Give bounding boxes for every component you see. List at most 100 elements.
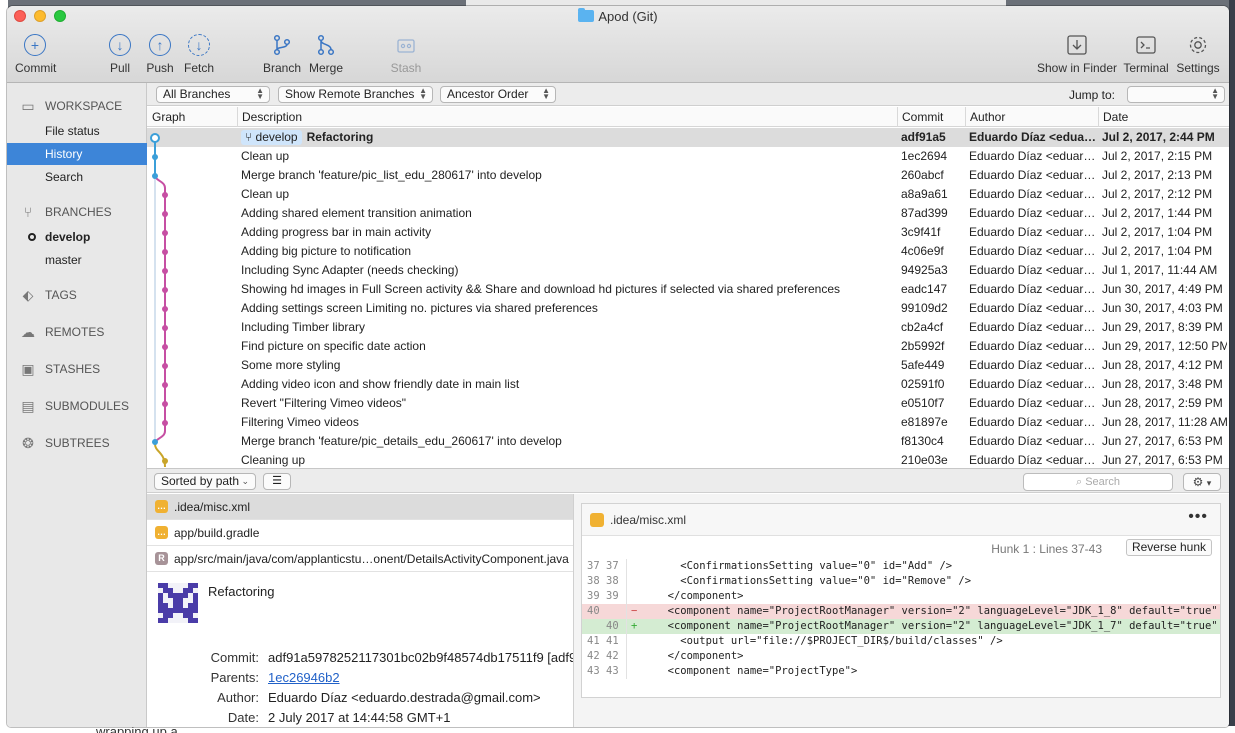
- diff-line-added[interactable]: 40 + <component name="ProjectRootManager"…: [582, 619, 1220, 634]
- merge-button[interactable]: Merge: [307, 34, 345, 75]
- column-header-description[interactable]: Description: [242, 110, 302, 124]
- sidebar-section-stashes[interactable]: ▣ STASHES: [17, 361, 100, 377]
- graph-node[interactable]: [162, 363, 168, 369]
- sort-dropdown[interactable]: Sorted by path ⌄: [154, 473, 256, 490]
- commit-row[interactable]: Adding video icon and show friendly date…: [147, 375, 1229, 394]
- commit-author: Eduardo Díaz <eduardo.destrada@gmail.com…: [969, 168, 1097, 182]
- sidebar-section-submodules[interactable]: ▤ SUBMODULES: [17, 398, 129, 414]
- commit-row[interactable]: Clean up a8a9a61 Eduardo Díaz <eduardo.des…: [147, 185, 1229, 204]
- commit-row[interactable]: Adding progress bar in main activity 3c9f…: [147, 223, 1229, 242]
- sidebar-section-branches[interactable]: ⑂ BRANCHES: [17, 204, 112, 220]
- commit-author: Eduardo Díaz <eduardo.destrada@gmail.com…: [969, 320, 1097, 334]
- old-line-number: 41: [587, 635, 600, 647]
- graph-node[interactable]: [162, 249, 168, 255]
- commit-button[interactable]: + Commit: [15, 34, 56, 75]
- diff-code: <ConfirmationsSetting value="0" id="Add"…: [655, 560, 953, 572]
- column-divider[interactable]: [897, 107, 898, 127]
- commit-date: Jul 2, 2017, 1:04 PM: [1102, 244, 1213, 258]
- graph-node[interactable]: [152, 173, 158, 179]
- file-row[interactable]: … .idea/misc.xml: [147, 494, 573, 520]
- parents-label: Parents:: [210, 670, 259, 685]
- graph-node[interactable]: [152, 154, 158, 160]
- commit-row[interactable]: Cleaning up 210e03e Eduardo Díaz <eduardo.…: [147, 451, 1229, 467]
- sidebar-section-tags[interactable]: ⬖ TAGS: [17, 287, 77, 303]
- branch-filter-dropdown[interactable]: All Branches ▲ ▼: [156, 86, 270, 103]
- file-row[interactable]: Rapp/src/main/java/com/applanticstu…onen…: [147, 546, 573, 572]
- graph-node[interactable]: [162, 287, 168, 293]
- sidebar-item-branch-develop[interactable]: develop: [7, 226, 147, 248]
- terminal-button[interactable]: Terminal: [1121, 34, 1171, 75]
- column-header-commit[interactable]: Commit: [902, 110, 943, 124]
- column-header-date[interactable]: Date: [1103, 110, 1128, 124]
- more-options-icon[interactable]: •••: [1188, 508, 1208, 526]
- settings-button[interactable]: Settings: [1173, 34, 1223, 75]
- graph-node[interactable]: [162, 306, 168, 312]
- graph-node[interactable]: [162, 230, 168, 236]
- pull-button[interactable]: ↓ Pull: [103, 34, 137, 75]
- diff-line-removed[interactable]: 40 − <component name="ProjectRootManager"…: [582, 604, 1220, 619]
- fetch-button[interactable]: ↓ Fetch: [181, 34, 217, 75]
- file-search-input[interactable]: ⌕ Search: [1023, 473, 1173, 491]
- search-placeholder: Search: [1085, 476, 1121, 488]
- commit-row[interactable]: Some more styling 5afe449 Eduardo Díaz <ed…: [147, 356, 1229, 375]
- commit-row[interactable]: Adding shared element transition animati…: [147, 204, 1229, 223]
- column-header-author[interactable]: Author: [970, 110, 1005, 124]
- sidebar-section-subtrees[interactable]: ❂ SUBTREES: [17, 435, 110, 451]
- branch-tag[interactable]: ⑂ develop: [241, 130, 302, 145]
- column-divider[interactable]: [237, 107, 238, 127]
- parent-commit-link[interactable]: 1ec26946b2: [268, 670, 340, 685]
- diff-code: <ConfirmationsSetting value="0" id="Remo…: [655, 575, 972, 587]
- jump-to-dropdown[interactable]: ▲ ▼: [1127, 86, 1225, 103]
- stash-icon: [397, 39, 415, 53]
- commit-row[interactable]: Clean up 1ec2694 Eduardo Díaz <eduardo.des…: [147, 147, 1229, 166]
- branch-button[interactable]: Branch: [261, 34, 303, 75]
- graph-node[interactable]: [162, 211, 168, 217]
- order-dropdown[interactable]: Ancestor Order ▲ ▼: [440, 86, 556, 103]
- push-button[interactable]: ↑ Push: [143, 34, 177, 75]
- sidebar-section-remotes[interactable]: ☁ REMOTES: [17, 324, 104, 340]
- show-in-finder-button[interactable]: Show in Finder: [1035, 34, 1119, 75]
- graph-node[interactable]: [162, 401, 168, 407]
- sidebar-item-history[interactable]: History: [7, 143, 147, 165]
- file-options-button[interactable]: ⚙ ▾: [1183, 473, 1221, 491]
- commit-row[interactable]: Merge branch 'feature/pic_list_edu_28061…: [147, 166, 1229, 185]
- list-view-button[interactable]: ☰: [263, 473, 291, 490]
- renamed-file-icon: R: [155, 552, 168, 565]
- commit-row[interactable]: Merge branch 'feature/pic_details_edu_26…: [147, 432, 1229, 451]
- remote-filter-dropdown[interactable]: Show Remote Branches ▲ ▼: [278, 86, 433, 103]
- commit-row[interactable]: Revert "Filtering Vimeo videos" e0510f7 Ed…: [147, 394, 1229, 413]
- graph-node[interactable]: [162, 382, 168, 388]
- commit-row[interactable]: Filtering Vimeo videos e81897e Eduardo Día…: [147, 413, 1229, 432]
- stash-button[interactable]: Stash: [387, 34, 425, 75]
- commit-row[interactable]: Adding big picture to notification 4c06e9…: [147, 242, 1229, 261]
- commit-row[interactable]: Find picture on specific date action 2b59…: [147, 337, 1229, 356]
- file-path: app/src/main/java/com/applanticstu…onent…: [174, 552, 569, 566]
- graph-node[interactable]: [162, 344, 168, 350]
- reverse-hunk-button[interactable]: Reverse hunk: [1125, 539, 1212, 556]
- commit-row[interactable]: Showing hd images in Full Screen activit…: [147, 280, 1229, 299]
- commit-message: Find picture on specific date action: [241, 339, 426, 353]
- sidebar-item-branch-master[interactable]: master: [7, 249, 147, 271]
- sidebar-item-search[interactable]: Search: [7, 166, 147, 188]
- file-row[interactable]: … app/build.gradle: [147, 520, 573, 546]
- column-header-graph[interactable]: Graph: [152, 110, 185, 124]
- graph-node[interactable]: [152, 439, 158, 445]
- column-divider[interactable]: [965, 107, 966, 127]
- column-divider[interactable]: [1098, 107, 1099, 127]
- commit-row[interactable]: Adding settings screen Limiting no. pict…: [147, 299, 1229, 318]
- terminal-label: Terminal: [1123, 61, 1169, 75]
- sidebar-section-workspace[interactable]: ▭ WORKSPACE: [17, 98, 122, 114]
- graph-node[interactable]: [162, 325, 168, 331]
- graph-node[interactable]: [162, 420, 168, 426]
- gutter-divider: [626, 634, 627, 649]
- graph-node[interactable]: [162, 458, 168, 464]
- sidebar-item-file-status[interactable]: File status: [7, 120, 147, 142]
- avatar: [158, 583, 198, 623]
- commit-row[interactable]: Including Sync Adapter (needs checking) 9…: [147, 261, 1229, 280]
- commit-row[interactable]: Including Timber library cb2a4cf Eduardo D…: [147, 318, 1229, 337]
- graph-node[interactable]: [162, 268, 168, 274]
- graph-node-head[interactable]: [150, 133, 160, 143]
- commit-row[interactable]: ⑂ develop Refactoring adf91a5 Eduardo Día…: [147, 128, 1229, 147]
- graph-node[interactable]: [162, 192, 168, 198]
- commit-message: Clean up: [241, 149, 290, 163]
